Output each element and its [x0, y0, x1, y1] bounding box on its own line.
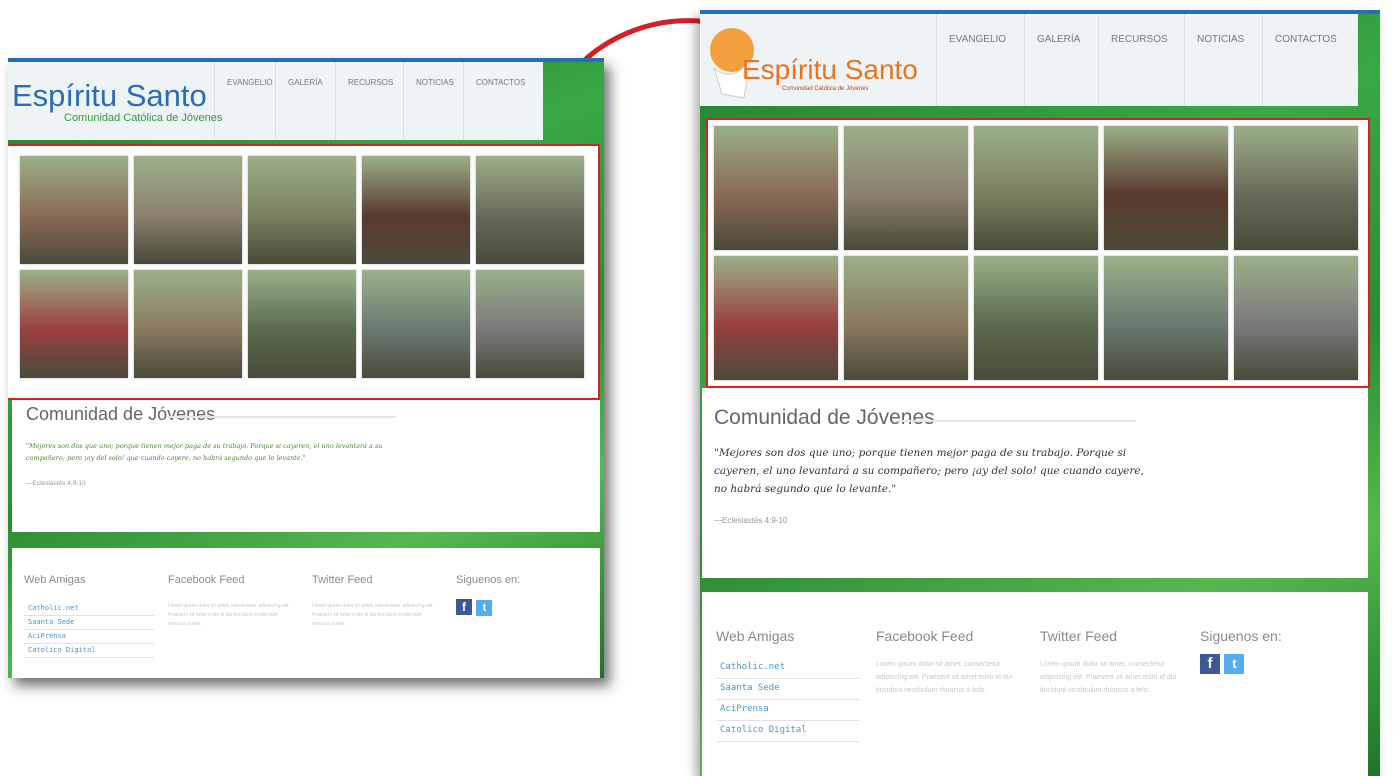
man-raising-arm-photo[interactable]: [1234, 256, 1358, 380]
main-nav: EVANGELIO GALERÍA RECURSOS NOTICIAS CONT…: [214, 62, 543, 140]
community-section: Comunidad de Jóvenes "Mejores son dos qu…: [702, 388, 1368, 578]
nav-galeria[interactable]: GALERÍA: [1024, 14, 1098, 106]
web-amigas-title: Web Amigas: [716, 628, 795, 644]
community-heading: Comunidad de Jóvenes: [26, 404, 216, 424]
site-footer: Web Amigas Catholic.net Saanta Sede AciP…: [702, 592, 1368, 776]
link-catholic-net[interactable]: Catholic.net: [24, 602, 154, 616]
web-amigas-links: Catholic.net Saanta Sede AciPrensa Catol…: [716, 658, 860, 742]
site-footer: Web Amigas Catholic.net Saanta Sede AciP…: [12, 548, 600, 678]
twitter-feed-title: Twitter Feed: [312, 574, 373, 586]
two-people-smiling-photo[interactable]: [20, 156, 128, 264]
nav-noticias[interactable]: NOTICIAS: [1184, 14, 1262, 106]
red-shirt-group-photo[interactable]: [20, 270, 128, 378]
man-by-cross-photo[interactable]: [476, 156, 584, 264]
indoor-group-photo[interactable]: [844, 256, 968, 380]
twitter-icon[interactable]: t: [1224, 654, 1245, 674]
main-nav: EVANGELIO GALERÍA RECURSOS NOTICIAS CONT…: [936, 14, 1358, 106]
site-header: Espíritu Santo Comunidad Católica de Jóv…: [8, 62, 604, 140]
group-outdoors-photo[interactable]: [248, 156, 356, 264]
facebook-feed-text: Lorem ipsum dolor sit amet, consectetur …: [876, 661, 1013, 694]
quote-reference: —Eclesiastés 4:9-10: [26, 480, 86, 487]
two-people-smiling-photo[interactable]: [714, 126, 838, 250]
facebook-icon[interactable]: f: [1200, 654, 1220, 674]
site-title: Espíritu Santo: [742, 54, 918, 85]
forest-crowd-photo[interactable]: [248, 270, 356, 378]
site-logo[interactable]: Espíritu Santo Comunidad Católica de Jóv…: [700, 14, 936, 106]
nav-contactos[interactable]: CONTACTOS: [1262, 14, 1358, 106]
web-amigas-links: Catholic.net Saanta Sede AciPrensa Catol…: [24, 602, 154, 658]
nav-noticias[interactable]: NOTICIAS: [403, 62, 463, 140]
nav-contactos[interactable]: CONTACTOS: [463, 62, 543, 140]
site-logo[interactable]: Espíritu Santo Comunidad Católica de Jóv…: [8, 62, 222, 140]
site-subtitle: Comunidad Católica de Jóvenes: [782, 86, 869, 92]
man-by-cross-photo[interactable]: [1234, 126, 1358, 250]
forest-gathering-photo[interactable]: [362, 270, 470, 378]
photo-gallery: [706, 118, 1370, 388]
community-quote: "Mejores son dos que uno; porque tienen …: [714, 447, 1144, 495]
forest-crowd-photo[interactable]: [974, 256, 1098, 380]
link-catholic-net[interactable]: Catholic.net: [716, 658, 860, 679]
facebook-feed-text: Lorem ipsum dolor sit amet, consectetur …: [168, 603, 290, 627]
indoor-group-photo[interactable]: [134, 270, 242, 378]
link-aciprensa[interactable]: AciPrensa: [716, 700, 860, 721]
community-quote: "Mejores son dos que uno; porque tienen …: [26, 442, 383, 462]
facebook-icon[interactable]: f: [456, 599, 472, 615]
man-raising-arm-photo[interactable]: [476, 270, 584, 378]
heading-rule: [898, 420, 1136, 422]
heading-rule: [166, 416, 396, 418]
facebook-feed-title: Facebook Feed: [876, 628, 974, 644]
twitter-feed-text: Lorem ipsum dolor sit amet, consectetur …: [1040, 661, 1177, 694]
nav-galeria[interactable]: GALERÍA: [275, 62, 335, 140]
link-catolico-digital[interactable]: Catolico Digital: [716, 721, 860, 742]
site-subtitle: Comunidad Católica de Jóvenes: [64, 112, 223, 124]
campfire-group-photo[interactable]: [362, 156, 470, 264]
site-title: Espíritu Santo: [12, 78, 207, 113]
group-outdoors-photo[interactable]: [974, 126, 1098, 250]
red-shirt-group-photo[interactable]: [714, 256, 838, 380]
facebook-feed-title: Facebook Feed: [168, 574, 245, 586]
old-website-screenshot: Espíritu Santo Comunidad Católica de Jóv…: [8, 58, 604, 678]
social-title: Siguenos en:: [1200, 628, 1282, 644]
twitter-feed-text: Lorem ipsum dolor sit amet, consectetur …: [312, 603, 434, 627]
twitter-icon[interactable]: t: [476, 600, 493, 616]
photo-gallery: [8, 144, 600, 400]
nav-recursos[interactable]: RECURSOS: [1098, 14, 1184, 106]
nav-evangelio[interactable]: EVANGELIO: [214, 62, 275, 140]
web-amigas-title: Web Amigas: [24, 574, 86, 586]
site-header: Espíritu Santo Comunidad Católica de Jóv…: [700, 14, 1380, 106]
people-sitting-on-ground-photo[interactable]: [844, 126, 968, 250]
community-heading: Comunidad de Jóvenes: [714, 406, 935, 429]
link-santa-sede[interactable]: Saanta Sede: [24, 616, 154, 630]
forest-gathering-photo[interactable]: [1104, 256, 1228, 380]
people-sitting-on-ground-photo[interactable]: [134, 156, 242, 264]
nav-evangelio[interactable]: EVANGELIO: [936, 14, 1024, 106]
nav-recursos[interactable]: RECURSOS: [335, 62, 403, 140]
twitter-feed-title: Twitter Feed: [1040, 628, 1118, 644]
social-title: Siguenos en:: [456, 574, 521, 586]
link-santa-sede[interactable]: Saanta Sede: [716, 679, 860, 700]
new-website-screenshot: Espíritu Santo Comunidad Católica de Jóv…: [700, 10, 1380, 776]
link-catolico-digital[interactable]: Catolico Digital: [24, 644, 154, 658]
community-section: Comunidad de Jóvenes "Mejores son dos qu…: [12, 400, 600, 532]
link-aciprensa[interactable]: AciPrensa: [24, 630, 154, 644]
campfire-group-photo[interactable]: [1104, 126, 1228, 250]
quote-reference: —Eclesiastés 4:9-10: [714, 516, 788, 525]
